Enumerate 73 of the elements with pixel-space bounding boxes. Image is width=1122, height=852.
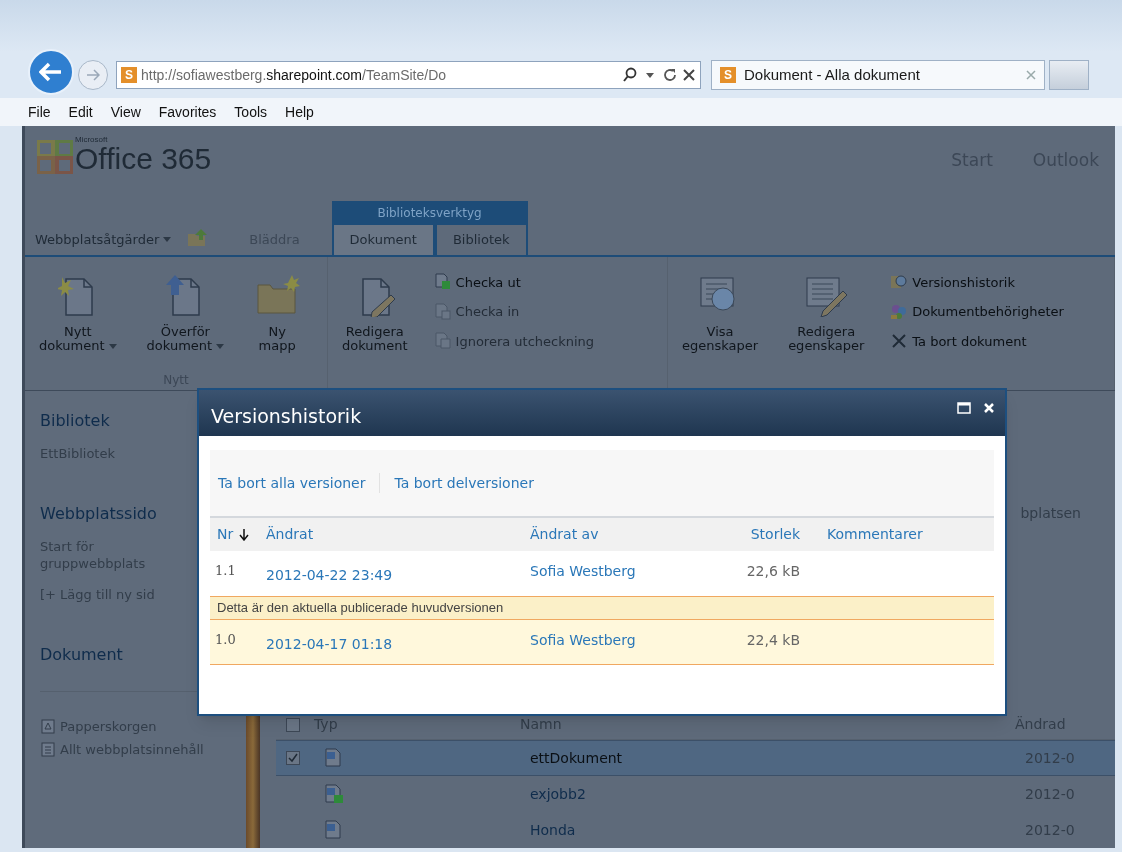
- caret-icon: [108, 343, 117, 349]
- dropdown-caret-icon: [646, 72, 654, 78]
- maximize-icon[interactable]: [957, 402, 971, 414]
- version-number: 1.0: [214, 631, 237, 649]
- menu-item[interactable]: Help: [285, 101, 314, 123]
- document-name[interactable]: ettDokument: [530, 747, 1025, 769]
- file-size: 22,4 kB: [745, 631, 800, 650]
- dialog-title: Versionshistorik: [211, 403, 362, 429]
- address-field[interactable]: S http://sofiawestberg.sharepoint.com/TeamSite/Do: [116, 61, 701, 89]
- toolbar-link[interactable]: Ta bort delversioner: [394, 472, 534, 494]
- version-date-link[interactable]: 2012-04-17 01:18: [266, 636, 393, 652]
- author-link[interactable]: Sofia Westberg: [530, 632, 636, 648]
- ribbon-command[interactable]: Ta bort dokument: [890, 331, 1064, 352]
- column-header[interactable]: Kommentarer: [827, 524, 923, 545]
- select-all-checkbox[interactable]: [286, 717, 300, 732]
- site-icon: S: [720, 67, 736, 83]
- site-icon: S: [121, 67, 137, 83]
- permissions-icon: [890, 302, 909, 321]
- discard-icon: [433, 332, 452, 351]
- product-name: Office 365: [75, 144, 212, 174]
- file-size: 22,6 kB: [745, 562, 800, 581]
- site-actions-menu[interactable]: Webbplatsåtgärder: [35, 224, 172, 255]
- new-tab-button[interactable]: [1049, 60, 1089, 90]
- brand-small-text: Microsoft: [75, 136, 109, 144]
- close-tab-icon: [1026, 70, 1036, 80]
- toolbar-link[interactable]: Ta bort alla versioner: [218, 472, 366, 494]
- folder-icon: [254, 274, 301, 317]
- sort-down-icon: [239, 528, 250, 541]
- version-number: 1.1: [214, 562, 237, 580]
- column-header[interactable]: Ändrat: [266, 524, 314, 545]
- menu-item[interactable]: Tools: [234, 101, 268, 123]
- document-name[interactable]: exjobb2: [530, 783, 1025, 805]
- document-name[interactable]: Honda: [530, 819, 1025, 841]
- ribbon-button[interactable]: Överför dokument: [138, 264, 233, 371]
- checkbox-checked-icon[interactable]: [286, 751, 300, 765]
- site-content-icon: [40, 741, 56, 757]
- column-header[interactable]: Ändrat av: [530, 524, 599, 545]
- check-out-icon: [433, 273, 452, 292]
- menu-item[interactable]: Favorites: [158, 101, 217, 123]
- ribbon-tab[interactable]: Bibliotek: [436, 224, 526, 255]
- author-link[interactable]: Sofia Westberg: [530, 563, 636, 579]
- modified-date: 2012-0: [1025, 748, 1075, 768]
- check-in-icon: [433, 302, 452, 321]
- column-header[interactable]: Storlek: [750, 524, 800, 545]
- version-date-link[interactable]: 2012-04-22 23:49: [266, 567, 393, 583]
- recycle-bin-icon: [40, 718, 56, 734]
- ribbon-tab[interactable]: Dokument: [333, 224, 433, 255]
- folder-up-icon: [187, 228, 210, 247]
- list-row[interactable]: ettDokument 2012-0: [276, 740, 1115, 776]
- ribbon-button[interactable]: Ny mapp: [246, 264, 309, 371]
- back-button[interactable]: [28, 49, 74, 95]
- column-header[interactable]: Nr: [217, 524, 250, 545]
- ribbon-command[interactable]: Checka ut: [433, 272, 595, 293]
- ribbon-command[interactable]: Dokumentbehörigheter: [890, 302, 1064, 322]
- menu-item[interactable]: View: [110, 101, 141, 123]
- edit-properties-icon: [803, 274, 850, 317]
- forward-arrow-icon: [86, 69, 100, 81]
- ribbon-command[interactable]: Versionshistorik: [890, 272, 1064, 293]
- caret-icon: [216, 343, 225, 349]
- back-arrow-icon: [39, 62, 63, 82]
- address-text: http://sofiawestberg.sharepoint.com/TeamSite/Do: [141, 65, 448, 85]
- search-icon: [622, 67, 638, 83]
- caret-icon: [163, 237, 172, 243]
- browser-tab[interactable]: S Dokument - Alla dokument: [711, 60, 1045, 90]
- office-logo-icon: [37, 140, 73, 174]
- menu-item[interactable]: File: [28, 101, 51, 123]
- context-tab-label: Biblioteksverktyg: [331, 200, 528, 225]
- close-icon: [682, 68, 696, 82]
- current-version-note: Detta är den aktuella publicerade huvudversionen: [210, 596, 994, 620]
- ribbon-button[interactable]: Nytt dokument: [31, 264, 125, 371]
- menu-item[interactable]: Edit: [68, 101, 93, 123]
- close-icon[interactable]: [983, 402, 995, 414]
- refresh-icon: [662, 67, 678, 83]
